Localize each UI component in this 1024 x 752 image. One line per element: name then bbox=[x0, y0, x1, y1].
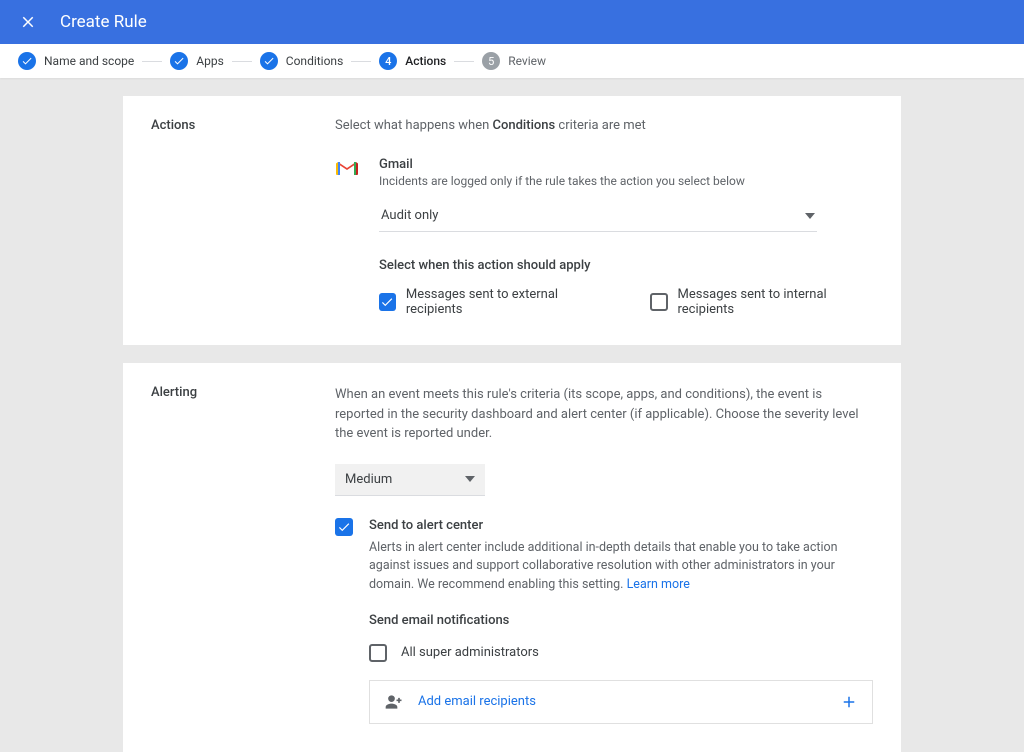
alerting-card: Alerting When an event meets this rule's… bbox=[123, 363, 901, 752]
alerting-intro: When an event meets this rule's criteria… bbox=[335, 385, 873, 444]
step-label: Actions bbox=[405, 54, 446, 68]
step-divider bbox=[454, 61, 474, 62]
step-label: Apps bbox=[196, 54, 224, 68]
gmail-icon bbox=[335, 159, 359, 181]
dropdown-icon bbox=[805, 211, 815, 221]
add-recipients-button[interactable]: Add email recipients bbox=[369, 680, 873, 724]
check-icon bbox=[21, 55, 33, 67]
plus-icon bbox=[840, 693, 858, 711]
step-number-icon: 5 bbox=[482, 52, 500, 70]
desc-text: Alerts in alert center include additiona… bbox=[369, 540, 838, 593]
checkbox-external[interactable]: Messages sent to external recipients bbox=[379, 287, 604, 317]
intro-text: Select what happens when bbox=[335, 118, 493, 133]
page-title: Create Rule bbox=[60, 12, 147, 32]
step-name-scope[interactable]: Name and scope bbox=[18, 52, 134, 70]
section-heading: Alerting bbox=[151, 385, 335, 724]
action-select[interactable]: Audit only bbox=[379, 200, 817, 232]
step-review[interactable]: 5 Review bbox=[482, 52, 546, 70]
select-value: Medium bbox=[345, 472, 392, 487]
checkbox-label: Messages sent to internal recipients bbox=[678, 287, 874, 317]
step-label: Conditions bbox=[286, 54, 343, 68]
apply-heading: Select when this action should apply bbox=[379, 258, 873, 273]
checkbox-icon bbox=[379, 293, 396, 311]
step-divider bbox=[232, 61, 252, 62]
intro-bold: Conditions bbox=[493, 118, 556, 133]
check-icon bbox=[263, 55, 275, 67]
learn-more-link[interactable]: Learn more bbox=[627, 577, 690, 592]
section-heading: Actions bbox=[151, 118, 335, 317]
email-notifications-heading: Send email notifications bbox=[369, 613, 873, 628]
app-description: Incidents are logged only if the rule ta… bbox=[379, 174, 873, 188]
severity-select[interactable]: Medium bbox=[335, 464, 485, 496]
add-recipients-label: Add email recipients bbox=[418, 694, 840, 709]
all-admins-label: All super administrators bbox=[401, 645, 539, 660]
send-alert-label: Send to alert center bbox=[369, 518, 873, 533]
close-icon bbox=[19, 13, 37, 31]
step-divider bbox=[351, 61, 371, 62]
step-label: Review bbox=[508, 54, 546, 68]
check-icon bbox=[337, 520, 351, 534]
step-apps[interactable]: Apps bbox=[170, 52, 224, 70]
step-conditions[interactable]: Conditions bbox=[260, 52, 343, 70]
person-add-icon bbox=[384, 692, 404, 712]
actions-card: Actions Select what happens when Conditi… bbox=[123, 96, 901, 345]
dropdown-icon bbox=[465, 474, 475, 484]
checkbox-send-alert[interactable] bbox=[335, 518, 353, 536]
step-label: Name and scope bbox=[44, 54, 134, 68]
step-number-icon: 4 bbox=[379, 52, 397, 70]
actions-intro: Select what happens when Conditions crit… bbox=[335, 118, 873, 133]
step-actions[interactable]: 4 Actions bbox=[379, 52, 446, 70]
close-button[interactable] bbox=[16, 10, 40, 34]
app-name: Gmail bbox=[379, 157, 873, 172]
checkbox-label: Messages sent to external recipients bbox=[406, 287, 605, 317]
checkbox-icon bbox=[650, 293, 667, 311]
stepper: Name and scope Apps Conditions 4 Actions… bbox=[0, 44, 1024, 78]
checkbox-internal[interactable]: Messages sent to internal recipients bbox=[650, 287, 873, 317]
checkbox-all-admins[interactable] bbox=[369, 644, 387, 662]
select-value: Audit only bbox=[381, 208, 438, 223]
intro-text: criteria are met bbox=[555, 118, 646, 133]
step-divider bbox=[142, 61, 162, 62]
send-alert-description: Alerts in alert center include additiona… bbox=[369, 539, 873, 595]
check-icon bbox=[173, 55, 185, 67]
